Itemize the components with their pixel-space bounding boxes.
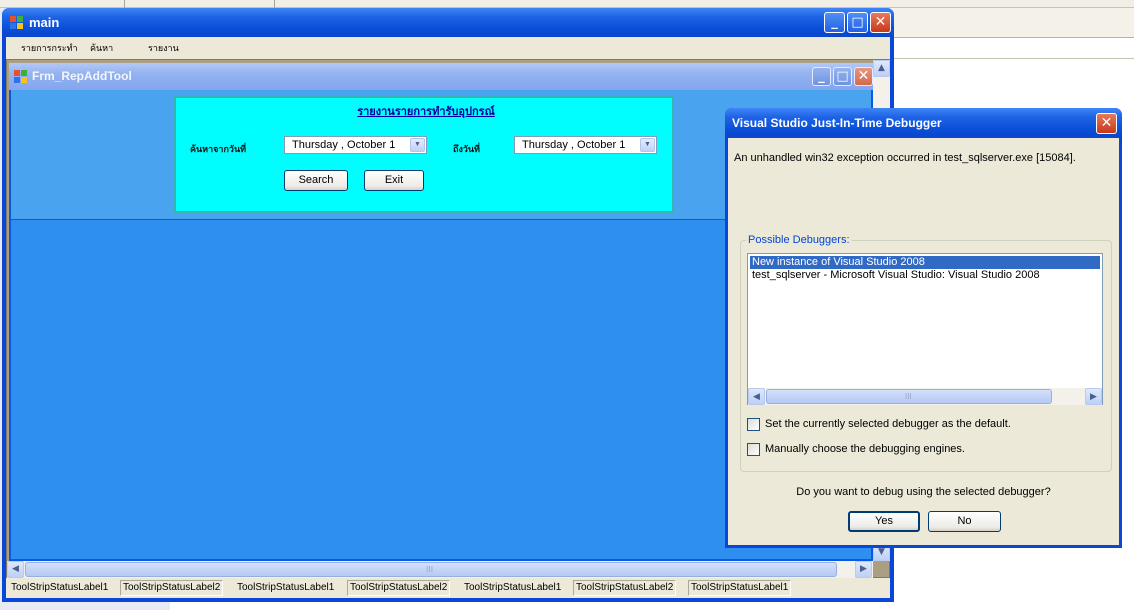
group-title: Possible Debuggers: (746, 234, 852, 246)
close-icon[interactable]: ✕ (854, 67, 873, 86)
chevron-down-icon[interactable]: ▼ (640, 138, 655, 152)
menu-item-transactions[interactable]: รายการกระทำ (21, 41, 78, 55)
minimize-icon[interactable]: _ (824, 12, 845, 33)
manual-engines-label: Manually choose the debugging engines. (765, 443, 965, 455)
status-label: ToolStripStatusLabel1 (464, 582, 562, 593)
checkbox-box[interactable] (747, 418, 760, 431)
scroll-grip: III (426, 565, 434, 574)
main-window-title: main (29, 15, 60, 30)
horizontal-scrollbar[interactable]: ◀ III ▶ (7, 561, 873, 578)
chevron-right-icon[interactable]: ▶ (855, 561, 872, 578)
maximize-icon[interactable]: □ (833, 67, 852, 86)
maximize-icon[interactable]: □ (847, 12, 868, 33)
status-label: ToolStripStatusLabel1 (11, 582, 109, 593)
menu-bar: รายการกระทำ ค้นหา รายงาน (6, 37, 890, 59)
exception-message: An unhandled win32 exception occurred in… (734, 152, 1076, 164)
from-date-picker[interactable]: Thursday , October 1 ▼ (284, 136, 427, 154)
search-button[interactable]: Search (284, 170, 348, 191)
main-titlebar[interactable]: main _ □ ✕ (2, 8, 894, 37)
child-window-title: Frm_RepAddTool (32, 69, 132, 83)
to-date-picker[interactable]: Thursday , October 1 ▼ (514, 136, 657, 154)
chevron-down-icon[interactable]: ▼ (410, 138, 425, 152)
checkbox-box[interactable] (747, 443, 760, 456)
status-strip: ToolStripStatusLabel1 ToolStripStatusLab… (6, 578, 890, 598)
background-window-strip (0, 0, 1134, 8)
status-label: ToolStripStatusLabel2 (573, 580, 677, 596)
status-label: ToolStripStatusLabel2 (347, 580, 451, 596)
to-date-value: Thursday , October 1 (522, 139, 626, 151)
list-item[interactable]: New instance of Visual Studio 2008 (750, 256, 1100, 269)
list-item[interactable]: test_sqlserver - Microsoft Visual Studio… (750, 269, 1100, 282)
exit-button[interactable]: Exit (364, 170, 424, 191)
menu-item-report[interactable]: รายงาน (148, 41, 179, 55)
dialog-title: Visual Studio Just-In-Time Debugger (732, 116, 942, 130)
possible-debuggers-group: Possible Debuggers: New instance of Visu… (740, 234, 1112, 472)
report-title: รายงานรายการทำรับอุปกรณ์ (357, 105, 495, 118)
horizontal-scroll-thumb[interactable]: III (25, 562, 837, 577)
no-button[interactable]: No (928, 511, 1001, 532)
background-divider (892, 58, 1134, 59)
yes-button[interactable]: Yes (848, 511, 920, 532)
windows-form-icon (10, 16, 24, 30)
close-icon[interactable]: ✕ (1096, 113, 1117, 134)
child-titlebar[interactable]: Frm_RepAddTool _ □ ✕ (9, 63, 873, 90)
dialog-titlebar[interactable]: Visual Studio Just-In-Time Debugger ✕ (725, 108, 1122, 138)
windows-form-icon (14, 70, 28, 84)
background-window-toolbar (892, 8, 1134, 38)
from-date-value: Thursday , October 1 (292, 139, 396, 151)
debugger-list[interactable]: New instance of Visual Studio 2008 test_… (747, 253, 1103, 405)
menu-item-search[interactable]: ค้นหา (90, 41, 113, 55)
debug-question: Do you want to debug using the selected … (796, 486, 1051, 498)
chevron-up-icon[interactable]: ▲ (873, 60, 890, 77)
status-label: ToolStripStatusLabel2 (120, 580, 224, 596)
close-icon[interactable]: ✕ (870, 12, 891, 33)
chevron-left-icon[interactable]: ◀ (748, 388, 765, 405)
list-scroll-thumb[interactable]: III (766, 389, 1052, 404)
chevron-left-icon[interactable]: ◀ (7, 561, 24, 578)
status-label: ToolStripStatusLabel1 (688, 580, 792, 596)
from-date-label: ค้นหาจากวันที่ (190, 145, 247, 155)
to-date-label: ถึงวันที่ (453, 145, 480, 155)
report-filter-panel: รายงานรายการทำรับอุปกรณ์ ค้นหาจากวันที่ … (174, 96, 674, 213)
minimize-icon[interactable]: _ (812, 67, 831, 86)
dialog-body: An unhandled win32 exception occurred in… (728, 138, 1119, 545)
set-default-label: Set the currently selected debugger as t… (765, 418, 1011, 430)
chevron-right-icon[interactable]: ▶ (1085, 388, 1102, 405)
status-label: ToolStripStatusLabel1 (237, 582, 335, 593)
list-horizontal-scrollbar[interactable]: ◀ III ▶ (748, 388, 1102, 405)
debugger-dialog: Visual Studio Just-In-Time Debugger ✕ An… (725, 108, 1122, 548)
scroll-grip: III (905, 392, 912, 401)
